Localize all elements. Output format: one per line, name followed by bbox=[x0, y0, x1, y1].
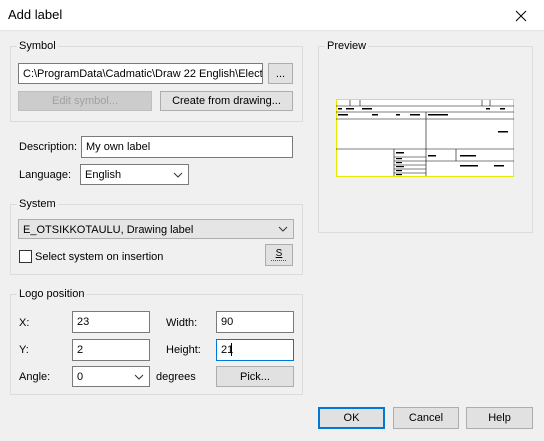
symbol-path-field[interactable]: C:\ProgramData\Cadmatic\Draw 22 English\… bbox=[18, 63, 263, 84]
pick-position-button[interactable]: Pick... bbox=[216, 366, 294, 387]
preview-canvas bbox=[336, 99, 514, 177]
angle-label: Angle: bbox=[19, 371, 51, 383]
pick-system-label: S bbox=[275, 247, 283, 259]
degrees-label: degrees bbox=[156, 371, 196, 383]
cancel-button[interactable]: Cancel bbox=[393, 407, 459, 429]
angle-value: 0 bbox=[77, 371, 84, 383]
width-input[interactable]: 90 bbox=[216, 311, 294, 333]
preview-group-label: Preview bbox=[325, 40, 369, 53]
edit-symbol-button[interactable]: Edit symbol... bbox=[18, 91, 152, 111]
height-input[interactable]: 21 bbox=[216, 339, 294, 361]
language-value: English bbox=[85, 169, 122, 181]
browse-button[interactable]: ... bbox=[268, 63, 293, 84]
window-title: Add label bbox=[8, 7, 63, 22]
height-label: Height: bbox=[166, 344, 201, 356]
angle-select[interactable]: 0 bbox=[72, 366, 150, 387]
language-label: Language: bbox=[19, 169, 71, 181]
description-input[interactable]: My own label bbox=[81, 136, 293, 158]
select-system-label: Select system on insertion bbox=[35, 251, 164, 263]
chevron-down-icon bbox=[278, 226, 288, 232]
pick-system-button[interactable]: S bbox=[265, 244, 293, 266]
y-input[interactable]: 2 bbox=[72, 339, 150, 361]
ok-button[interactable]: OK bbox=[318, 407, 385, 429]
text-caret bbox=[231, 343, 232, 356]
x-label: X: bbox=[19, 317, 30, 329]
close-button[interactable] bbox=[498, 0, 544, 31]
chevron-down-icon bbox=[134, 374, 144, 380]
symbol-group-label: Symbol bbox=[17, 40, 58, 53]
chevron-down-icon bbox=[173, 172, 183, 178]
help-button[interactable]: Help bbox=[466, 407, 533, 429]
description-label: Description: bbox=[19, 141, 78, 153]
system-group: System bbox=[10, 198, 303, 275]
select-system-checkbox[interactable] bbox=[19, 250, 32, 263]
y-label: Y: bbox=[19, 344, 29, 356]
dotted-line-icon bbox=[271, 259, 287, 261]
system-value: E_OTSIKKOTAULU, Drawing label bbox=[23, 224, 194, 236]
close-icon bbox=[515, 10, 527, 21]
title-bar: Add label bbox=[0, 0, 544, 31]
language-select[interactable]: English bbox=[80, 164, 189, 185]
x-input[interactable]: 23 bbox=[72, 311, 150, 333]
create-from-drawing-button[interactable]: Create from drawing... bbox=[160, 91, 293, 111]
logo-position-group-label: Logo position bbox=[17, 288, 87, 301]
system-group-label: System bbox=[17, 198, 58, 211]
system-select[interactable]: E_OTSIKKOTAULU, Drawing label bbox=[18, 219, 294, 239]
width-label: Width: bbox=[166, 317, 198, 329]
